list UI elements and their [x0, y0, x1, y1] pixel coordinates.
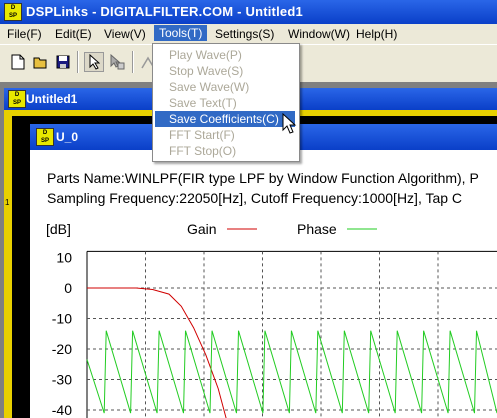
move-icon[interactable] — [107, 52, 127, 72]
open-icon[interactable] — [31, 52, 51, 72]
document-title: Untitled1 — [26, 92, 78, 106]
menu-edit[interactable]: Edit(E) — [51, 27, 96, 41]
menu-bar: File(F) Edit(E) View(V) Tools(T) Setting… — [0, 24, 497, 44]
menu-settings[interactable]: Settings(S) — [211, 27, 278, 41]
toolbar-separator — [77, 51, 79, 73]
menu-item-save-coefficients[interactable]: Save Coefficients(C) — [155, 111, 295, 127]
y-axis-label: [dB] — [46, 221, 71, 237]
menu-view[interactable]: View(V) — [100, 27, 150, 41]
save-icon[interactable] — [53, 52, 73, 72]
plot-lines — [86, 287, 497, 418]
y-tick-label: -10 — [52, 311, 72, 327]
mouse-cursor-icon — [282, 113, 297, 134]
menu-item-fft-stop[interactable]: FFT Stop(O) — [153, 143, 297, 159]
frequency-response-chart: [dB] Gain Phase 10 0 -10 -20 -30 -40 — [46, 221, 497, 418]
menu-window[interactable]: Window(W) — [284, 27, 354, 41]
y-tick-label: 0 — [64, 280, 72, 296]
menu-tools[interactable]: Tools(T) — [154, 25, 208, 41]
y-ticks: 10 0 -10 -20 -30 -40 — [52, 250, 72, 418]
menu-item-stop-wave[interactable]: Stop Wave(S) — [153, 63, 297, 79]
y-tick-label: 10 — [56, 250, 72, 266]
ruler-mark: 1 — [5, 198, 10, 207]
y-tick-label: -30 — [52, 372, 72, 388]
unit-icon[interactable]: D SP — [36, 128, 54, 146]
y-tick-label: -20 — [52, 341, 72, 357]
sampling-text: Sampling Frequency:22050[Hz], Cutoff Fre… — [47, 190, 463, 206]
grid — [86, 250, 497, 418]
legend: Gain Phase — [187, 221, 377, 237]
menu-item-fft-start[interactable]: FFT Start(F) — [153, 127, 297, 143]
pointer-icon[interactable] — [84, 52, 104, 72]
app-icon[interactable]: D SP — [4, 3, 22, 21]
menu-item-save-wave[interactable]: Save Wave(W) — [153, 79, 297, 95]
tools-dropdown: Play Wave(P) Stop Wave(S) Save Wave(W) S… — [152, 43, 300, 162]
menu-item-play-wave[interactable]: Play Wave(P) — [153, 47, 297, 63]
legend-label-phase: Phase — [297, 221, 337, 237]
menu-item-save-text[interactable]: Save Text(T) — [153, 95, 297, 111]
menu-help[interactable]: Help(H) — [352, 27, 401, 41]
toolbar-separator — [132, 51, 134, 73]
y-tick-label: -40 — [52, 402, 72, 418]
vertical-ruler: 1 — [4, 116, 12, 418]
menu-file[interactable]: File(F) — [3, 27, 46, 41]
new-icon[interactable] — [8, 52, 28, 72]
series-line-phase — [86, 330, 497, 414]
document-icon[interactable]: D SP — [8, 90, 26, 108]
parts-name-text: Parts Name:WINLPF(FIR type LPF by Window… — [47, 170, 479, 186]
app-title: DSPLinks - DIGITALFILTER.COM - Untitled1 — [26, 4, 303, 19]
unit-title: U_0 — [56, 130, 79, 144]
legend-label-gain: Gain — [187, 221, 217, 237]
app-title-bar: D SP DSPLinks - DIGITALFILTER.COM - Untit… — [0, 0, 497, 24]
